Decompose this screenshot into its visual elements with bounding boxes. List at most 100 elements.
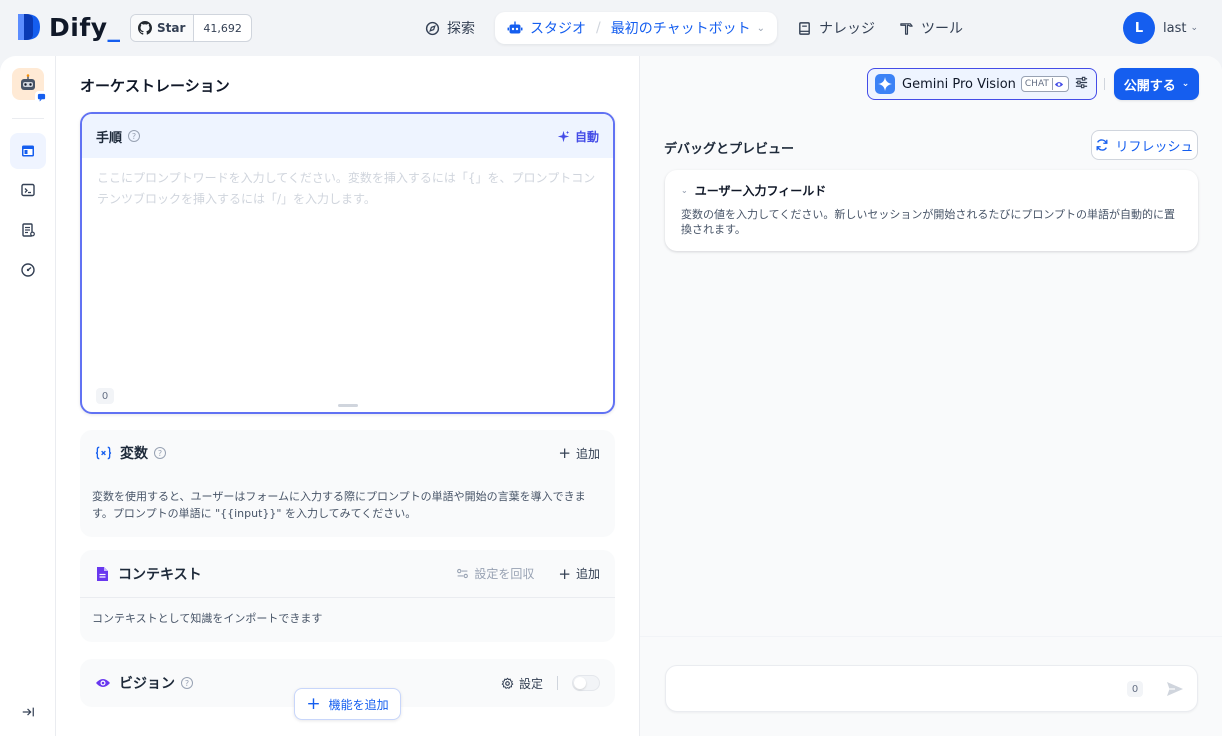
send-icon bbox=[1167, 682, 1183, 696]
prompt-header: 手順 ? 自動 bbox=[82, 114, 613, 158]
user-input-header[interactable]: ⌄ ユーザー入力フィールド bbox=[681, 182, 1182, 199]
chevron-down-icon: ⌄ bbox=[756, 22, 765, 34]
page-title: オーケストレーション bbox=[80, 77, 230, 95]
nav-tools[interactable]: ツール bbox=[887, 12, 975, 44]
model-mode-label: CHAT bbox=[1024, 79, 1049, 89]
brand-name: Dify_ bbox=[49, 12, 121, 42]
chat-mode-badge bbox=[35, 91, 48, 104]
debug-panel: Gemini Pro Vision CHAT 公開する ⌄ デバッグとプレビュー… bbox=[639, 56, 1222, 736]
plus-icon: + bbox=[306, 694, 321, 714]
book-icon bbox=[799, 21, 810, 35]
model-params-button[interactable] bbox=[1074, 75, 1089, 94]
nav-tools-label: ツール bbox=[920, 21, 963, 37]
orchestration-panel: オーケストレーション 手順 ? 自動 ここにプロンプトワードを入力してください。… bbox=[56, 56, 639, 736]
main-panel: オーケストレーション 手順 ? 自動 ここにプロンプトワードを入力してください。… bbox=[0, 56, 1222, 736]
user-input-title: ユーザー入力フィールド bbox=[694, 184, 827, 198]
github-star-count[interactable]: 41,692 bbox=[194, 15, 251, 41]
publish-button[interactable]: 公開する ⌄ bbox=[1114, 68, 1199, 100]
refresh-button[interactable]: リフレッシュ bbox=[1091, 130, 1198, 160]
compass-icon bbox=[425, 21, 440, 35]
model-selector[interactable]: Gemini Pro Vision CHAT bbox=[867, 68, 1097, 100]
model-name: Gemini Pro Vision bbox=[902, 76, 1016, 92]
add-context-button[interactable]: + 追加 bbox=[558, 565, 600, 583]
gear-icon bbox=[501, 677, 514, 689]
chevron-down-icon: ⌄ bbox=[681, 186, 688, 195]
avatar[interactable]: L bbox=[1123, 12, 1155, 44]
dify-logo-icon bbox=[16, 12, 42, 42]
sidebar-item-api[interactable] bbox=[10, 172, 46, 208]
sidebar-item-logs[interactable] bbox=[10, 212, 46, 248]
top-navigation: Dify_ Star 41,692 探索 スタジオ / 最初のチャットボット ⌄… bbox=[0, 0, 1222, 56]
dashboard-icon bbox=[21, 263, 35, 277]
prompt-input[interactable]: ここにプロンプトワードを入力してください。変数を挿入するには「{」を、プロンプト… bbox=[82, 158, 613, 220]
context-description: コンテキストとして知識をインポートできます bbox=[92, 612, 323, 625]
help-icon[interactable]: ? bbox=[128, 130, 141, 142]
add-context-label: 追加 bbox=[575, 567, 600, 581]
nav-knowledge[interactable]: ナレッジ bbox=[785, 12, 887, 44]
chat-input[interactable]: 0 bbox=[665, 665, 1198, 712]
plus-icon: + bbox=[558, 564, 571, 583]
github-star-label: Star bbox=[157, 21, 186, 35]
plus-icon: + bbox=[558, 444, 571, 462]
nav-studio[interactable]: スタジオ / 最初のチャットボット ⌄ bbox=[495, 12, 777, 44]
app-sidebar bbox=[0, 56, 56, 736]
auto-generate-label: 自動 bbox=[574, 129, 599, 144]
refresh-label: リフレッシュ bbox=[1115, 139, 1194, 155]
help-icon[interactable]: ? bbox=[154, 447, 166, 459]
variables-description: 変数を使用すると、ユーザーはフォームに入力する際にプロンプトの単語や開始の言葉を… bbox=[92, 490, 586, 520]
add-feature-label: 機能を追加 bbox=[328, 697, 389, 712]
settings-sliders-icon bbox=[457, 568, 469, 579]
retrieval-settings-button[interactable]: 設定を回収 bbox=[456, 565, 534, 582]
terminal-icon bbox=[21, 183, 35, 197]
app-switcher-label[interactable]: 最初のチャットボット bbox=[611, 18, 751, 38]
sparkle-icon bbox=[557, 130, 570, 142]
vision-settings-button[interactable]: 設定 bbox=[501, 675, 543, 692]
github-star-button[interactable]: Star bbox=[131, 15, 195, 41]
chat-char-count: 0 bbox=[1127, 681, 1143, 697]
user-input-card: ⌄ ユーザー入力フィールド 変数の値を入力してください。新しいセッションが開始さ… bbox=[665, 170, 1198, 251]
auto-generate-button[interactable]: 自動 bbox=[557, 128, 599, 145]
model-mode-tag: CHAT bbox=[1020, 76, 1069, 92]
vision-toggle[interactable] bbox=[572, 675, 600, 691]
chevron-down-icon: ⌄ bbox=[1190, 23, 1198, 33]
prompt-editor[interactable]: 手順 ? 自動 ここにプロンプトワードを入力してください。変数を挿入するには「{… bbox=[80, 112, 615, 414]
variable-braces-icon bbox=[95, 446, 112, 460]
header-divider bbox=[1104, 78, 1105, 90]
github-icon bbox=[138, 21, 152, 35]
help-icon[interactable]: ? bbox=[181, 677, 193, 689]
retrieval-settings-label: 設定を回収 bbox=[474, 567, 535, 581]
breadcrumb-separator: / bbox=[596, 20, 601, 36]
user-menu[interactable]: L last ⌄ bbox=[1123, 12, 1198, 44]
prompt-char-count: 0 bbox=[96, 388, 114, 404]
variables-card: 変数 ? + 追加 変数を使用すると、ユーザーはフォームに入力する際にプロンプトの… bbox=[80, 430, 615, 537]
variables-header: 変数 ? + 追加 bbox=[80, 430, 615, 476]
sidebar-divider bbox=[12, 118, 44, 119]
nav-explore[interactable]: 探索 bbox=[413, 12, 487, 44]
robot-icon bbox=[507, 21, 523, 34]
user-input-description: 変数の値を入力してください。新しいセッションが開始されるたびにプロンプトの単語が… bbox=[681, 208, 1176, 236]
add-feature-button[interactable]: + 機能を追加 bbox=[294, 688, 401, 720]
sidebar-collapse-button[interactable] bbox=[18, 702, 38, 722]
add-variable-button[interactable]: + 追加 bbox=[558, 444, 600, 462]
nav-studio-label: スタジオ bbox=[530, 21, 586, 37]
debug-title: デバッグとプレビュー bbox=[664, 142, 795, 157]
divider bbox=[557, 676, 558, 690]
github-star-widget[interactable]: Star 41,692 bbox=[130, 14, 252, 42]
context-card: コンテキスト 設定を回収 + 追加 コンテキストとして知識をインポートできます bbox=[80, 550, 615, 642]
resize-handle[interactable] bbox=[338, 404, 358, 407]
nav-knowledge-label: ナレッジ bbox=[818, 21, 875, 37]
user-name: last bbox=[1163, 20, 1187, 36]
layout-icon bbox=[22, 145, 34, 157]
dify-logo[interactable]: Dify_ bbox=[16, 12, 121, 42]
publish-label: 公開する bbox=[1123, 78, 1176, 94]
sidebar-item-monitoring[interactable] bbox=[10, 252, 46, 288]
app-avatar[interactable] bbox=[12, 68, 48, 104]
send-button[interactable] bbox=[1165, 679, 1185, 703]
gemini-icon bbox=[875, 74, 895, 94]
document-icon bbox=[97, 566, 108, 581]
arrow-right-to-line-icon bbox=[22, 707, 34, 717]
nav-explore-label: 探索 bbox=[447, 21, 475, 37]
refresh-icon bbox=[1097, 139, 1108, 151]
context-title: コンテキスト bbox=[118, 566, 202, 583]
sidebar-item-orchestrate[interactable] bbox=[10, 133, 46, 169]
